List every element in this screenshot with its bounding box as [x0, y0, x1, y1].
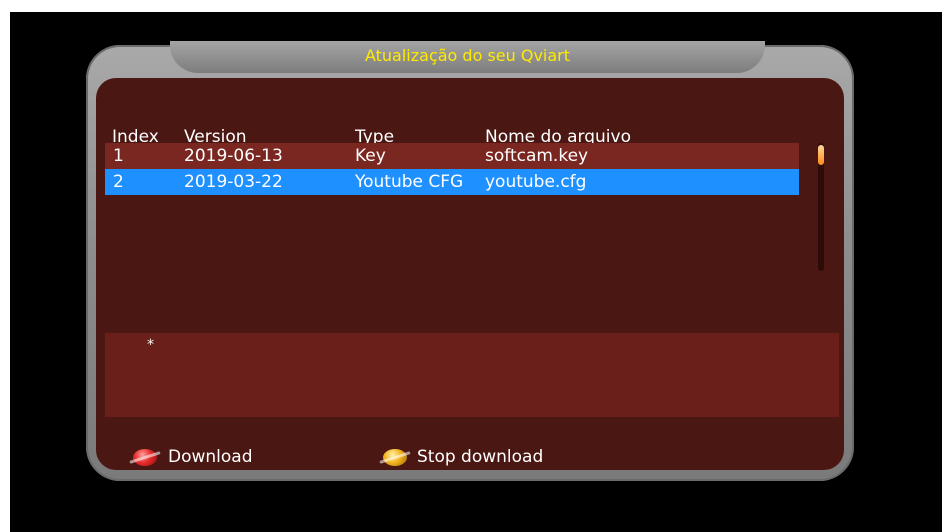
info-box: [105, 333, 839, 417]
yellow-button-icon: [383, 449, 407, 466]
cell-version: 2019-03-22: [184, 172, 283, 192]
info-text: *: [147, 337, 154, 353]
dialog-title: Atualização do seu Qviart: [170, 41, 765, 73]
cell-version: 2019-06-13: [184, 146, 283, 166]
table-row-selected[interactable]: 2 2019-03-22 Youtube CFG youtube.cfg: [105, 169, 799, 195]
cell-index: 2: [113, 172, 124, 192]
cell-filename: youtube.cfg: [485, 172, 587, 192]
download-label[interactable]: Download: [168, 447, 253, 467]
red-button-icon: [133, 449, 157, 466]
cell-filename: softcam.key: [485, 146, 589, 166]
stop-download-label[interactable]: Stop download: [417, 447, 543, 467]
scrollbar-thumb[interactable]: [818, 145, 824, 165]
cell-index: 1: [113, 146, 124, 166]
cell-type: Youtube CFG: [355, 172, 464, 192]
cell-type: Key: [355, 146, 386, 166]
table-row[interactable]: 1 2019-06-13 Key softcam.key: [105, 143, 799, 169]
